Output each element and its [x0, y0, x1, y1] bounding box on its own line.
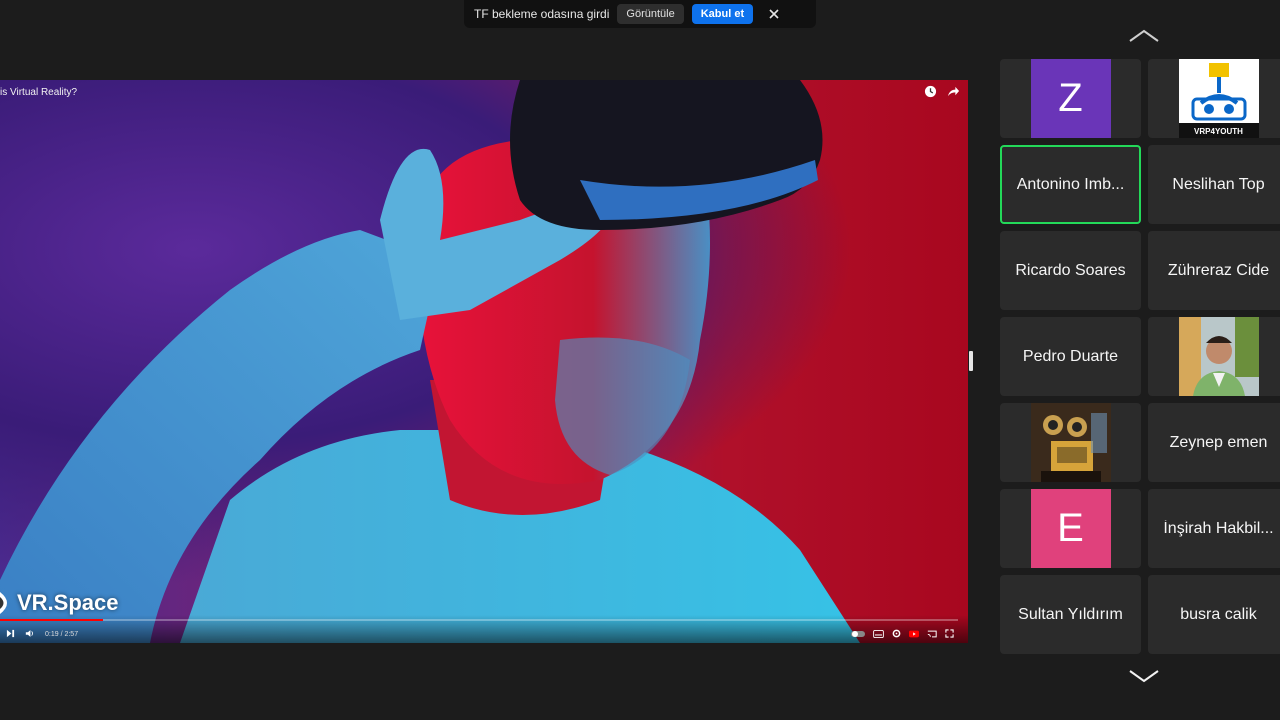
participant-name: Neslihan Top [1172, 175, 1265, 193]
video-time: 0:19 / 2:57 [45, 630, 79, 638]
panel-resize-handle[interactable] [969, 351, 973, 371]
participant-tile[interactable]: E [1000, 489, 1141, 568]
participant-name: Ricardo Soares [1015, 261, 1126, 279]
participant-name: İnşirah Hakbil... [1163, 519, 1274, 537]
participant-tile[interactable]: VRP4YOUTH [1148, 59, 1280, 138]
cast-icon[interactable] [927, 625, 937, 643]
waiting-room-notification: TF bekleme odasına girdi Görüntüle Kabul… [464, 0, 816, 28]
autoplay-toggle-icon[interactable] [851, 625, 865, 643]
video-watermark: VR.Space [0, 590, 119, 616]
video-title: is Virtual Reality? [0, 87, 78, 98]
player-controls: 0:19 / 2:57 [0, 615, 968, 643]
participant-name: Antonino Imb... [1016, 175, 1125, 193]
subtitles-icon[interactable] [873, 625, 884, 643]
robot-avatar-image [1030, 403, 1111, 482]
avatar-initial: Z [1030, 59, 1111, 138]
participant-tile[interactable]: Zeynep emen [1148, 403, 1280, 482]
vr-logo-icon [0, 592, 7, 614]
volume-icon[interactable] [25, 625, 35, 643]
participant-name: Pedro Duarte [1022, 347, 1119, 365]
notification-message: TF bekleme odasına girdi [474, 7, 610, 21]
settings-gear-icon[interactable] [892, 625, 901, 643]
progress-bar[interactable] [0, 619, 958, 621]
logo-caption: VRP4YOUTH [1194, 127, 1243, 136]
watermark-text: VR.Space [17, 590, 119, 615]
participant-tile[interactable]: İnşirah Hakbil... [1148, 489, 1280, 568]
participant-tile[interactable]: Ricardo Soares [1000, 231, 1141, 310]
scroll-down-chevron-icon[interactable] [1124, 664, 1164, 688]
avatar-photo [1178, 317, 1259, 396]
participant-tile[interactable]: Neslihan Top [1148, 145, 1280, 224]
accept-button[interactable]: Kabul et [691, 4, 754, 24]
scroll-up-chevron-icon[interactable] [1124, 24, 1164, 48]
participant-tile[interactable] [1000, 403, 1141, 482]
play-pause-icon[interactable] [6, 625, 15, 643]
participant-tile[interactable]: Sultan Yıldırım [1000, 575, 1141, 654]
avatar-initial: E [1030, 489, 1111, 568]
participant-tile[interactable] [1148, 317, 1280, 396]
fullscreen-icon[interactable] [945, 625, 954, 643]
participant-name: Sultan Yıldırım [1018, 605, 1123, 623]
share-icon[interactable] [947, 85, 960, 103]
participant-tile[interactable]: busra calik [1148, 575, 1280, 654]
participant-tile[interactable]: Z [1000, 59, 1141, 138]
video-frame-image [0, 80, 860, 643]
progress-fill [0, 619, 103, 621]
participant-tile[interactable]: Antonino Imb... [1000, 145, 1141, 224]
participant-name: Zühreraz Cide [1167, 261, 1270, 279]
youtube-logo-icon[interactable] [909, 625, 919, 643]
close-icon[interactable] [765, 5, 783, 23]
participant-tile[interactable]: Pedro Duarte [1000, 317, 1141, 396]
view-button[interactable]: Görüntüle [617, 4, 684, 24]
participant-name: Zeynep emen [1169, 433, 1268, 451]
clock-icon[interactable] [924, 85, 937, 103]
participant-tile[interactable]: Zühreraz Cide [1148, 231, 1280, 310]
vrp4youth-logo-avatar: VRP4YOUTH [1178, 59, 1259, 138]
shared-video[interactable]: VR.Space 0:19 / 2:57 [0, 80, 968, 643]
participant-name: busra calik [1180, 605, 1257, 623]
